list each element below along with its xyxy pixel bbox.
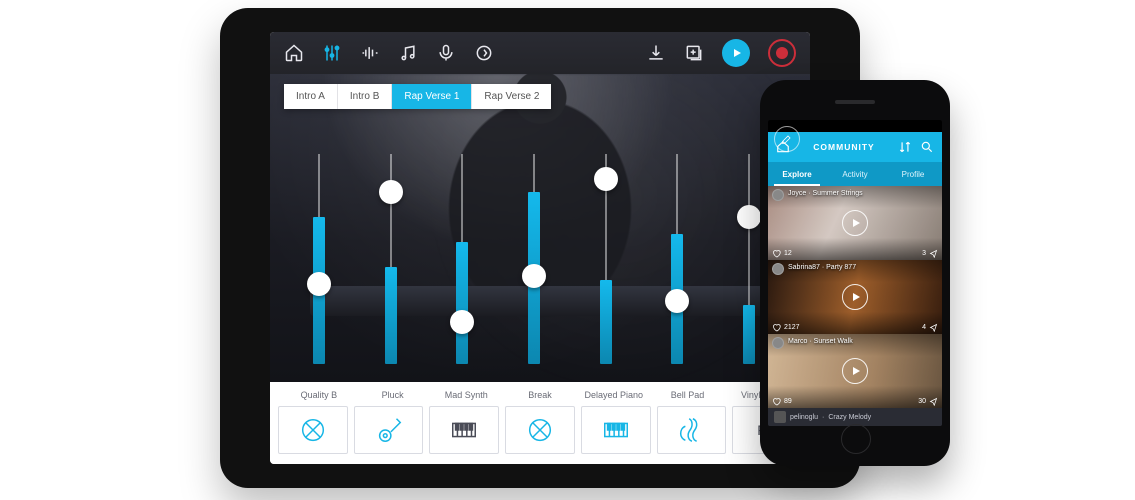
now-playing-user: pelinoglu bbox=[790, 414, 818, 421]
channel-slider-2[interactable] bbox=[441, 154, 483, 364]
phone-tab-explore[interactable]: Explore bbox=[768, 162, 826, 186]
channel-label: Quality B bbox=[282, 390, 356, 400]
now-playing-track: Crazy Melody bbox=[828, 414, 871, 421]
phone-tab-activity[interactable]: Activity bbox=[826, 162, 884, 186]
phone-tabs: ExploreActivityProfile bbox=[768, 162, 942, 186]
channel-slider-4[interactable] bbox=[585, 154, 627, 364]
feed-card[interactable]: Sabrina87 · Party 877 21274 bbox=[768, 260, 942, 334]
play-overlay-icon[interactable] bbox=[842, 284, 868, 310]
notes-icon[interactable] bbox=[398, 43, 418, 63]
edit-sections-button[interactable] bbox=[774, 126, 800, 152]
avatar bbox=[772, 337, 784, 349]
play-overlay-icon[interactable] bbox=[842, 358, 868, 384]
section-tab-1[interactable]: Intro B bbox=[338, 84, 392, 109]
slider-knob[interactable] bbox=[594, 167, 618, 191]
avatar bbox=[772, 189, 784, 201]
record-button[interactable] bbox=[768, 39, 796, 67]
keys-icon[interactable] bbox=[429, 406, 499, 454]
share-icon[interactable] bbox=[929, 397, 938, 406]
channel-slider-5[interactable] bbox=[656, 154, 698, 364]
slider-knob[interactable] bbox=[737, 205, 761, 229]
channel-label: Break bbox=[503, 390, 577, 400]
phone-feed: Joyce · Summer Strings 123 Sabrina87 · Par… bbox=[768, 186, 942, 408]
feed-card[interactable]: Marco · Sunset Walk 8930 bbox=[768, 334, 942, 408]
avatar bbox=[772, 263, 784, 275]
guitar-icon[interactable] bbox=[354, 406, 424, 454]
mic-icon[interactable] bbox=[436, 43, 456, 63]
heart-icon[interactable] bbox=[772, 323, 781, 332]
channel-slider-0[interactable] bbox=[298, 154, 340, 364]
card-stats: 8930 bbox=[772, 397, 938, 406]
share-icon[interactable] bbox=[929, 323, 938, 332]
channel-slider-1[interactable] bbox=[370, 154, 412, 364]
keys-icon[interactable] bbox=[581, 406, 651, 454]
section-tab-0[interactable]: Intro A bbox=[284, 84, 338, 109]
phone-screen: COMMUNITY ExploreActivityProfile Joyce ·… bbox=[768, 120, 942, 426]
card-title: Joyce · Summer Strings bbox=[788, 190, 863, 197]
tablet-toolbar bbox=[270, 32, 810, 74]
card-title: Marco · Sunset Walk bbox=[788, 338, 853, 345]
card-stats: 123 bbox=[772, 249, 938, 258]
slider-knob[interactable] bbox=[450, 310, 474, 334]
slider-knob[interactable] bbox=[665, 289, 689, 313]
now-playing-thumb bbox=[774, 411, 786, 423]
download-icon[interactable] bbox=[646, 43, 666, 63]
slider-knob[interactable] bbox=[522, 264, 546, 288]
feed-card[interactable]: Joyce · Summer Strings 123 bbox=[768, 186, 942, 260]
channel-label: Pluck bbox=[356, 390, 430, 400]
share-icon[interactable] bbox=[929, 249, 938, 258]
heart-icon[interactable] bbox=[772, 397, 781, 406]
play-overlay-icon[interactable] bbox=[842, 210, 868, 236]
heart-icon[interactable] bbox=[772, 249, 781, 258]
play-button[interactable] bbox=[722, 39, 750, 67]
channel-label: Mad Synth bbox=[429, 390, 503, 400]
strings-icon[interactable] bbox=[657, 406, 727, 454]
now-playing-bar[interactable]: pelinoglu · Crazy Melody bbox=[768, 408, 942, 426]
phone-tab-profile[interactable]: Profile bbox=[884, 162, 942, 186]
section-tab-3[interactable]: Rap Verse 2 bbox=[472, 84, 551, 109]
slider-knob[interactable] bbox=[307, 272, 331, 296]
sort-icon[interactable] bbox=[898, 140, 912, 154]
section-tabs: Intro AIntro BRap Verse 1Rap Verse 2 bbox=[284, 84, 551, 109]
card-title: Sabrina87 · Party 877 bbox=[788, 264, 856, 271]
channel-slider-3[interactable] bbox=[513, 154, 555, 364]
loop-icon[interactable] bbox=[474, 43, 494, 63]
card-stats: 21274 bbox=[772, 323, 938, 332]
drum-icon[interactable] bbox=[278, 406, 348, 454]
search-icon[interactable] bbox=[920, 140, 934, 154]
home-icon[interactable] bbox=[284, 43, 304, 63]
add-track-icon[interactable] bbox=[684, 43, 704, 63]
mixer-sliders bbox=[298, 154, 770, 364]
mixer-icon[interactable] bbox=[322, 43, 342, 63]
channel-label: Delayed Piano bbox=[577, 390, 651, 400]
channel-label: Bell Pad bbox=[651, 390, 725, 400]
drum-icon[interactable] bbox=[505, 406, 575, 454]
mixer-area bbox=[270, 74, 810, 382]
slider-knob[interactable] bbox=[379, 180, 403, 204]
phone-header-title: COMMUNITY bbox=[813, 142, 874, 152]
waveform-icon[interactable] bbox=[360, 43, 380, 63]
instrument-strip: Quality BPluckMad SynthBreakDelayed Pian… bbox=[270, 382, 810, 464]
section-tab-2[interactable]: Rap Verse 1 bbox=[392, 84, 472, 109]
